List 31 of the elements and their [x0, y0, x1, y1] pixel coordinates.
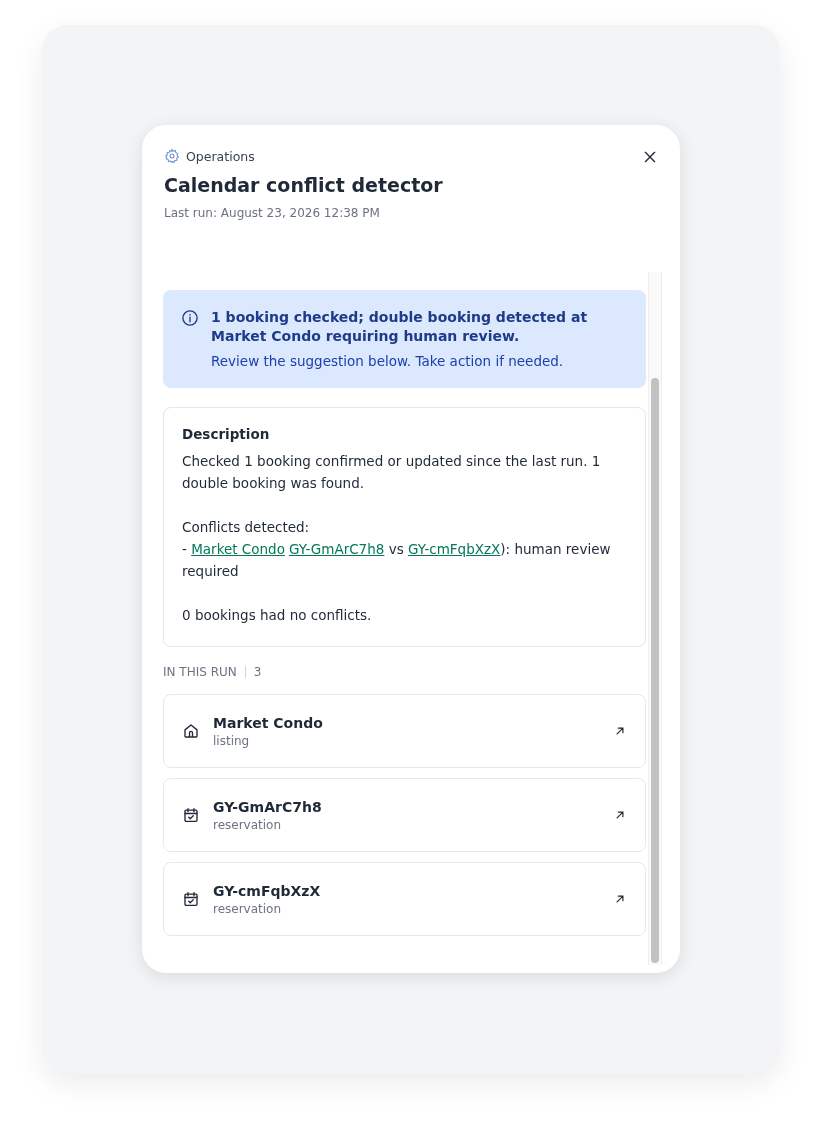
gear-icon — [164, 148, 180, 164]
scrollbar[interactable] — [648, 272, 662, 965]
calendar-check-icon — [182, 890, 200, 908]
conflict-text: - Market Condo GY-GmArC7h8 vs GY-cmFqbXzX): human review required — [182, 540, 612, 581]
item-title: GY-cmFqbXzX — [213, 882, 322, 899]
run-item-card[interactable]: Market Condo listing — [163, 694, 646, 768]
conflict-link[interactable]: GY-GmArC7h8 — [289, 541, 385, 557]
calendar-check-icon — [182, 806, 200, 824]
category-label: Operations — [186, 148, 255, 164]
dialog-title: Calendar conflict detector — [164, 174, 444, 196]
item-count: 3 — [253, 665, 262, 679]
item-title: GY-GmArC7h8 — [213, 798, 323, 815]
section-label: IN THIS RUN — [163, 665, 237, 679]
description-heading: Description — [182, 426, 271, 442]
alert-title: 1 booking checked; double booking detected at Market Condo requiring human review. — [211, 308, 589, 346]
run-item-card[interactable]: GY-GmArC7h8 reservation — [163, 778, 646, 852]
run-item-card[interactable]: GY-cmFqbXzX reservation — [163, 862, 646, 936]
item-type: listing — [213, 733, 251, 748]
item-type: reservation — [213, 817, 283, 832]
description-text: Checked 1 booking confirmed or updated since the last run. 1 double booking was found. — [182, 452, 602, 493]
conflict-link[interactable]: GY-cmFqbXzX — [407, 541, 501, 557]
item-title: Market Condo — [213, 714, 324, 731]
info-icon — [181, 309, 199, 327]
conflict-link[interactable]: Market Condo — [191, 541, 285, 557]
item-type: reservation — [213, 901, 283, 916]
house-icon — [182, 722, 200, 740]
last-run-text: Last run: August 23, 2026 12:38 PM — [164, 206, 381, 220]
close-icon — [642, 149, 658, 165]
conflicts-heading: Conflicts detected: — [182, 518, 311, 537]
alert-message: Review the suggestion below. Take action if needed. — [211, 353, 565, 369]
description-footer: 0 bookings had no conflicts. — [182, 604, 627, 626]
